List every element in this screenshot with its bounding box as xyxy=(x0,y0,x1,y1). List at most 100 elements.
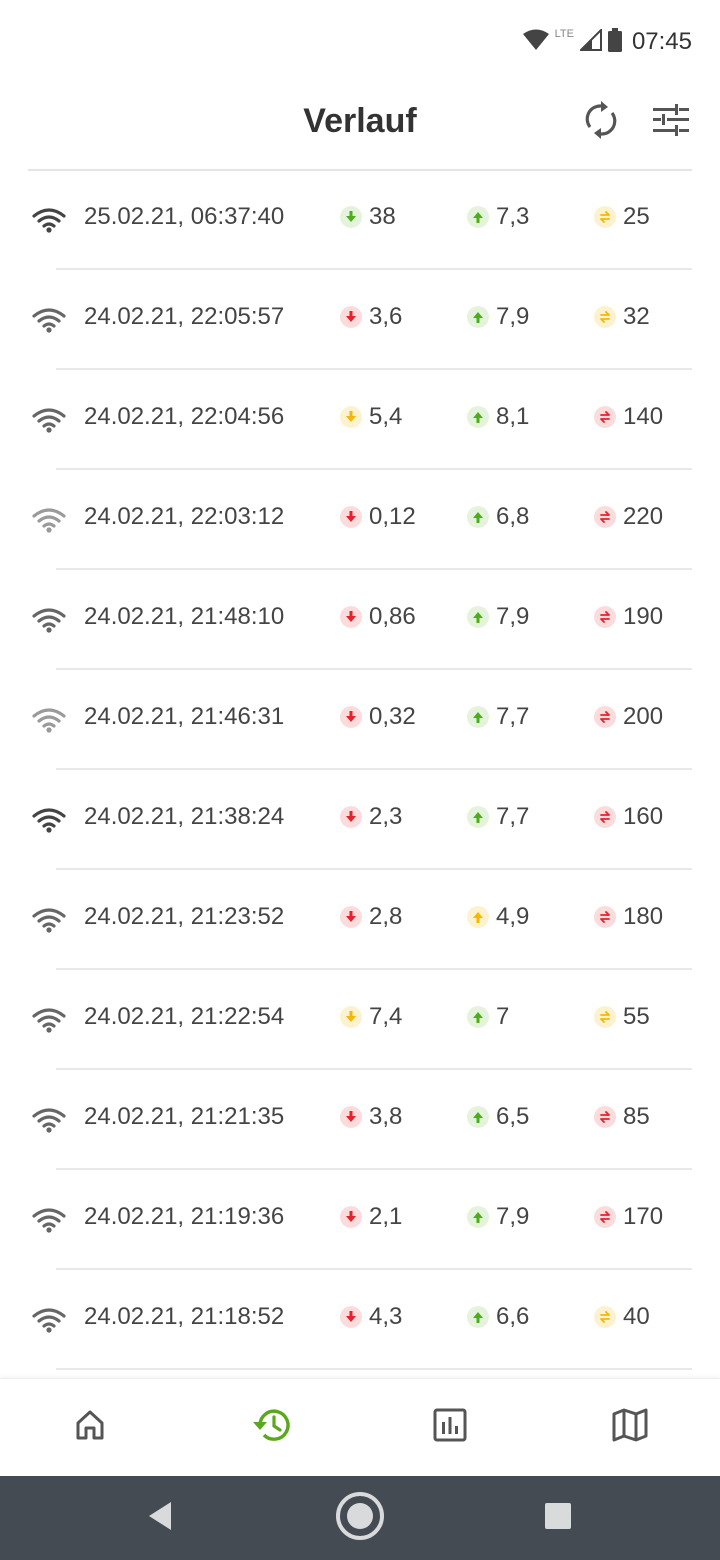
row-timestamp: 25.02.21, 06:37:40 xyxy=(84,203,285,230)
upload-speed: 7,3 xyxy=(467,203,529,231)
download-arrow-icon xyxy=(340,206,362,228)
upload-speed-value: 7 xyxy=(496,1003,510,1030)
upload-speed: 7 xyxy=(467,1003,509,1031)
wifi-icon xyxy=(31,606,67,634)
download-speed: 2,1 xyxy=(340,1203,402,1231)
upload-arrow-icon xyxy=(467,306,489,328)
download-speed: 0,86 xyxy=(340,603,416,631)
upload-arrow-icon xyxy=(467,906,489,928)
upload-speed: 7,9 xyxy=(467,603,529,631)
download-arrow-icon xyxy=(340,306,362,328)
nav-home[interactable] xyxy=(68,1405,112,1449)
ping: 55 xyxy=(594,1003,650,1031)
upload-speed: 4,9 xyxy=(467,903,529,931)
status-icons: LTE 07:45 xyxy=(522,26,692,58)
upload-speed-value: 6,5 xyxy=(496,1103,530,1130)
history-row[interactable]: 24.02.21, 21:38:24 2,3 7,7 160 xyxy=(0,770,720,870)
ping: 40 xyxy=(594,1303,650,1331)
refresh-button[interactable] xyxy=(579,100,623,144)
ping-value: 40 xyxy=(623,1303,650,1330)
history-row[interactable]: 24.02.21, 21:46:31 0,32 7,7 200 xyxy=(0,670,720,770)
nav-statistics[interactable] xyxy=(428,1405,472,1449)
ping-icon xyxy=(594,706,616,728)
upload-arrow-icon xyxy=(467,1106,489,1128)
download-speed-value: 2,1 xyxy=(369,1203,403,1230)
upload-speed-value: 7,9 xyxy=(496,1203,530,1230)
download-arrow-icon xyxy=(340,706,362,728)
download-arrow-icon xyxy=(340,1106,362,1128)
filter-button[interactable] xyxy=(649,100,693,144)
nav-map[interactable] xyxy=(608,1405,652,1449)
upload-arrow-icon xyxy=(467,1006,489,1028)
system-back-button[interactable] xyxy=(144,1501,176,1536)
ping-value: 85 xyxy=(623,1103,650,1130)
tune-icon xyxy=(653,103,689,141)
ping: 160 xyxy=(594,803,663,831)
ping-value: 170 xyxy=(623,1203,664,1230)
wifi-icon xyxy=(31,1306,67,1334)
download-speed-value: 0,32 xyxy=(369,703,416,730)
map-icon xyxy=(612,1408,648,1447)
history-row[interactable]: 24.02.21, 21:18:52 4,3 6,6 40 xyxy=(0,1270,720,1370)
ping-icon xyxy=(594,306,616,328)
download-speed: 5,4 xyxy=(340,403,402,431)
download-speed: 2,8 xyxy=(340,903,402,931)
wifi-icon xyxy=(31,906,67,934)
history-row[interactable]: 24.02.21, 22:03:12 0,12 6,8 220 xyxy=(0,470,720,570)
upload-speed: 7,9 xyxy=(467,303,529,331)
ping-icon xyxy=(594,606,616,628)
history-row[interactable]: 24.02.21, 22:04:56 5,4 8,1 140 xyxy=(0,370,720,470)
ping-value: 25 xyxy=(623,203,650,230)
ping: 190 xyxy=(594,603,663,631)
app-header: Verlauf xyxy=(0,84,720,170)
download-arrow-icon xyxy=(340,906,362,928)
system-recents-button[interactable] xyxy=(544,1502,572,1532)
download-arrow-icon xyxy=(340,606,362,628)
download-speed-value: 5,4 xyxy=(369,403,403,430)
download-speed: 7,4 xyxy=(340,1003,402,1031)
system-home-button[interactable] xyxy=(334,1490,386,1547)
history-row[interactable]: 24.02.21, 21:22:54 7,4 7 55 xyxy=(0,970,720,1070)
history-row[interactable]: 24.02.21, 22:05:57 3,6 7,9 32 xyxy=(0,270,720,370)
ping-value: 32 xyxy=(623,303,650,330)
upload-arrow-icon xyxy=(467,1306,489,1328)
ping: 170 xyxy=(594,1203,663,1231)
history-row[interactable]: 24.02.21, 21:48:10 0,86 7,9 190 xyxy=(0,570,720,670)
home-circle-icon xyxy=(334,1490,386,1547)
row-timestamp: 24.02.21, 22:03:12 xyxy=(84,503,285,530)
ping-value: 180 xyxy=(623,903,664,930)
upload-arrow-icon xyxy=(467,606,489,628)
battery-icon xyxy=(607,27,622,57)
row-timestamp: 24.02.21, 21:38:24 xyxy=(84,803,285,830)
download-arrow-icon xyxy=(340,406,362,428)
ping-icon xyxy=(594,506,616,528)
upload-speed-value: 7,7 xyxy=(496,703,530,730)
ping: 200 xyxy=(594,703,663,731)
wifi-icon xyxy=(31,206,67,234)
back-icon xyxy=(147,1501,173,1536)
download-arrow-icon xyxy=(340,506,362,528)
row-timestamp: 24.02.21, 22:05:57 xyxy=(84,303,285,330)
row-timestamp: 24.02.21, 21:23:52 xyxy=(84,903,285,930)
upload-speed-value: 7,7 xyxy=(496,803,530,830)
history-list[interactable]: 25.02.21, 06:37:40 38 7,3 25 24.02.21, 22:05… xyxy=(0,170,720,1378)
bottom-navigation xyxy=(0,1378,720,1476)
download-speed-value: 2,3 xyxy=(369,803,403,830)
upload-arrow-icon xyxy=(467,206,489,228)
ping-icon xyxy=(594,406,616,428)
nav-history[interactable] xyxy=(248,1405,292,1449)
download-speed: 2,3 xyxy=(340,803,402,831)
history-row[interactable]: 24.02.21, 21:21:35 3,8 6,5 85 xyxy=(0,1070,720,1170)
history-row[interactable]: 24.02.21, 21:23:52 2,8 4,9 180 xyxy=(0,870,720,970)
upload-speed-value: 6,6 xyxy=(496,1303,530,1330)
wifi-icon xyxy=(31,1206,67,1234)
ping: 85 xyxy=(594,1103,650,1131)
wifi-icon xyxy=(31,1106,67,1134)
upload-speed-value: 6,8 xyxy=(496,503,530,530)
history-row[interactable]: 24.02.21, 21:19:36 2,1 7,9 170 xyxy=(0,1170,720,1270)
upload-speed: 6,6 xyxy=(467,1303,529,1331)
ping: 25 xyxy=(594,203,650,231)
history-row[interactable]: 25.02.21, 06:37:40 38 7,3 25 xyxy=(0,170,720,270)
wifi-icon xyxy=(31,706,67,734)
row-timestamp: 24.02.21, 21:48:10 xyxy=(84,603,285,630)
